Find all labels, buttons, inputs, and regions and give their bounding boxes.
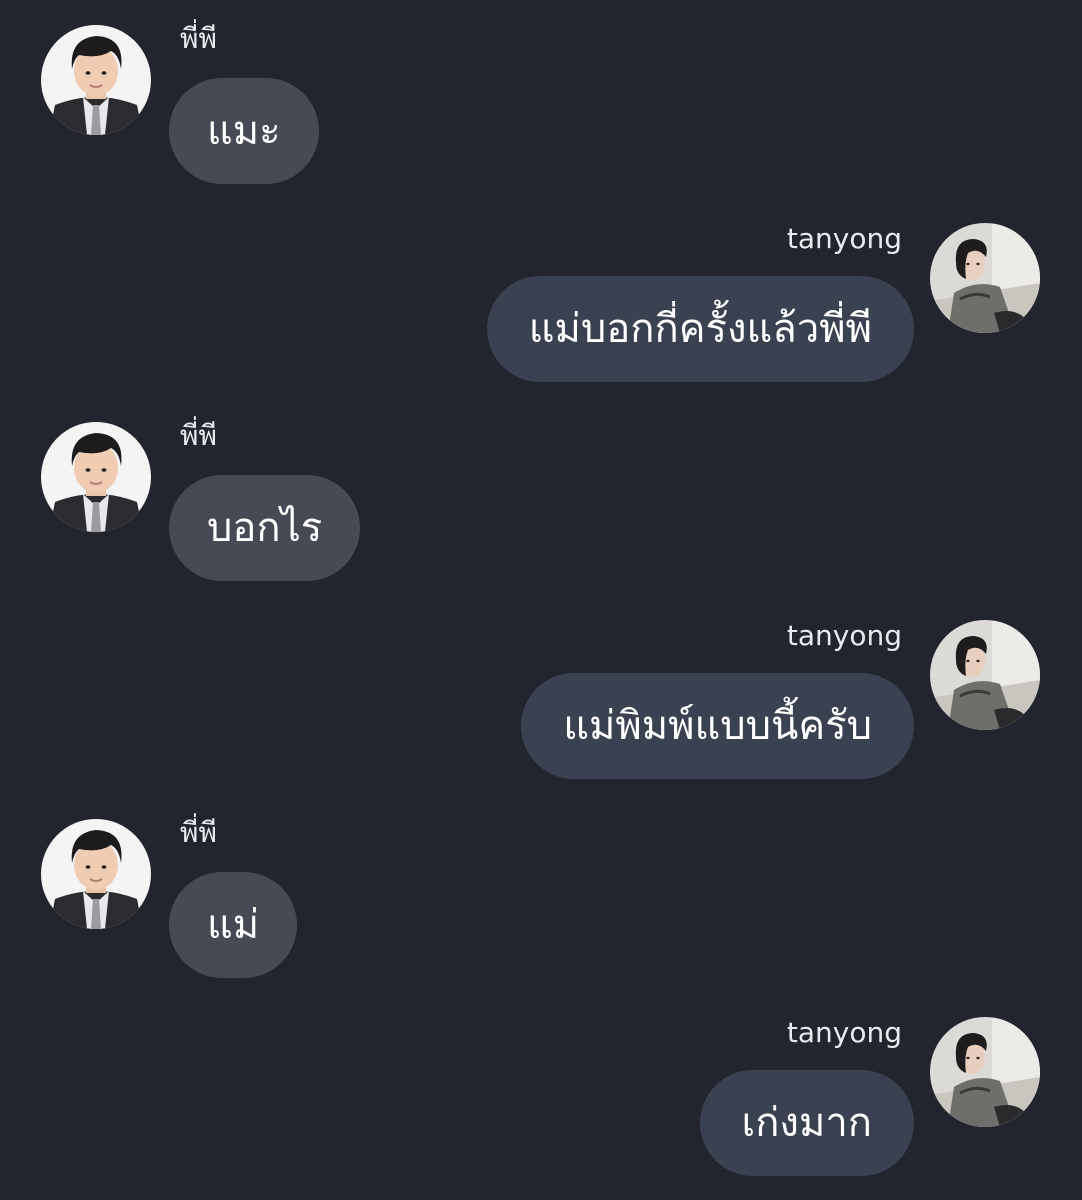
message-bubble-incoming[interactable]: แมะ [169,78,319,184]
message-bubble-incoming[interactable]: แม่ [169,872,298,978]
sender-name: พี่พี [180,22,217,55]
message-bubble-outgoing[interactable]: เก่งมาก [699,1070,914,1176]
avatar-woman[interactable] [930,223,1040,333]
boy-avatar-icon [41,819,151,929]
boy-avatar-icon [41,25,151,135]
woman-avatar-icon [930,1017,1040,1127]
woman-avatar-icon [930,223,1040,333]
message-bubble-outgoing[interactable]: แม่พิมพ์แบบนี้ครับ [521,673,914,779]
sender-name: พี่พี [180,816,217,849]
avatar-boy[interactable] [41,422,151,532]
avatar-woman[interactable] [930,1017,1040,1127]
avatar-woman[interactable] [930,620,1040,730]
message-bubble-incoming[interactable]: บอกไร [169,475,361,581]
avatar-boy[interactable] [41,819,151,929]
chat-thread: พี่พี แมะ tanyong แม่บอกกี่ครั้งแล้วพี่พ… [0,0,1082,1200]
woman-avatar-icon [930,620,1040,730]
message-bubble-outgoing[interactable]: แม่บอกกี่ครั้งแล้วพี่พี [486,276,914,382]
sender-name: tanyong [786,222,902,255]
boy-avatar-icon [41,422,151,532]
sender-name: tanyong [786,1016,902,1049]
sender-name: tanyong [786,619,902,652]
sender-name: พี่พี [180,419,217,452]
avatar-boy[interactable] [41,25,151,135]
